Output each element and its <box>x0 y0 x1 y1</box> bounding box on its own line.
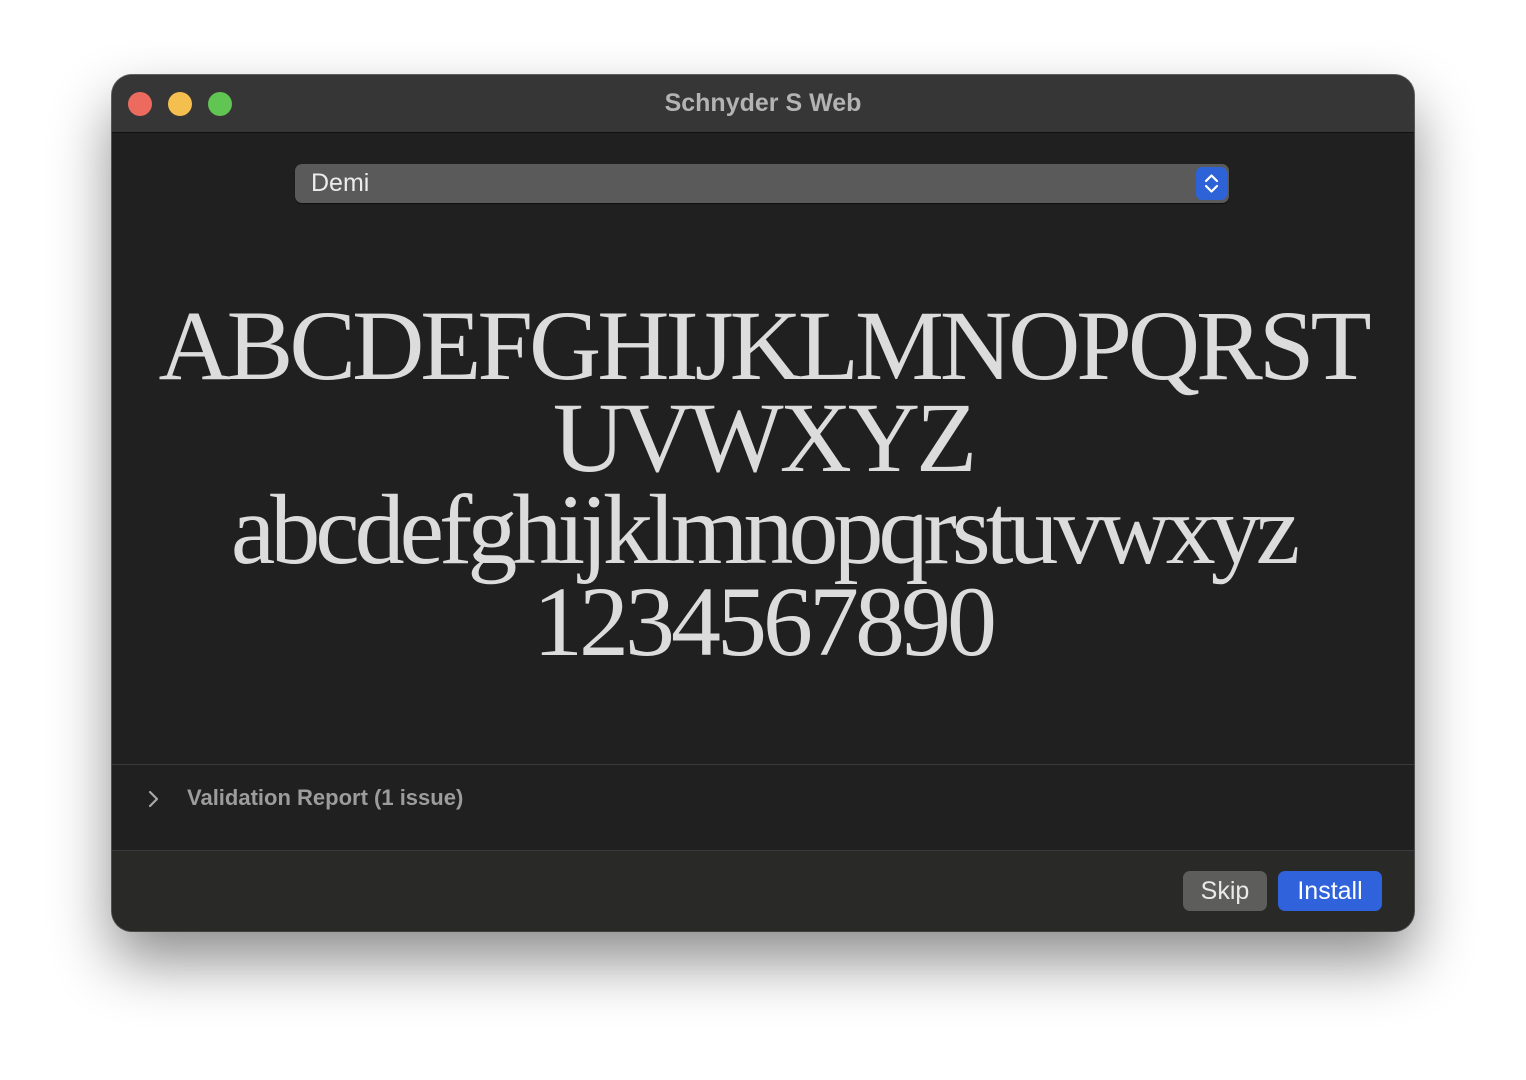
font-style-selected-value: Demi <box>311 169 370 197</box>
chevron-right-icon[interactable] <box>147 789 161 814</box>
font-preview: ABCDEFGHIJKLMNOPQRST UVWXYZ abcdefghijkl… <box>112 290 1414 677</box>
window-title: Schnyder S Web <box>664 89 862 117</box>
preview-uppercase-line-2: UVWXYZ <box>552 382 977 493</box>
preview-digits-line: 1234567890 <box>533 566 997 677</box>
skip-button[interactable]: Skip <box>1183 871 1267 911</box>
action-footer: Skip Install <box>112 851 1414 931</box>
preview-uppercase-line-1: ABCDEFGHIJKLMNOPQRST <box>158 290 1371 401</box>
install-button[interactable]: Install <box>1278 871 1382 911</box>
validation-report-label[interactable]: Validation Report (1 issue) <box>187 785 463 811</box>
preview-lowercase-line: abcdefghijklmnopqrstuvwxyz <box>230 474 1300 585</box>
font-style-select[interactable]: Demi <box>295 164 1229 203</box>
title-bar: Schnyder S Web <box>112 75 1414 133</box>
validation-report-disclosure[interactable]: Validation Report (1 issue) <box>112 765 1414 851</box>
font-book-install-window: Schnyder S Web Demi ABCDEFGHIJKLMNOPQRST… <box>112 75 1414 931</box>
chevron-up-down-icon[interactable] <box>1196 167 1227 200</box>
